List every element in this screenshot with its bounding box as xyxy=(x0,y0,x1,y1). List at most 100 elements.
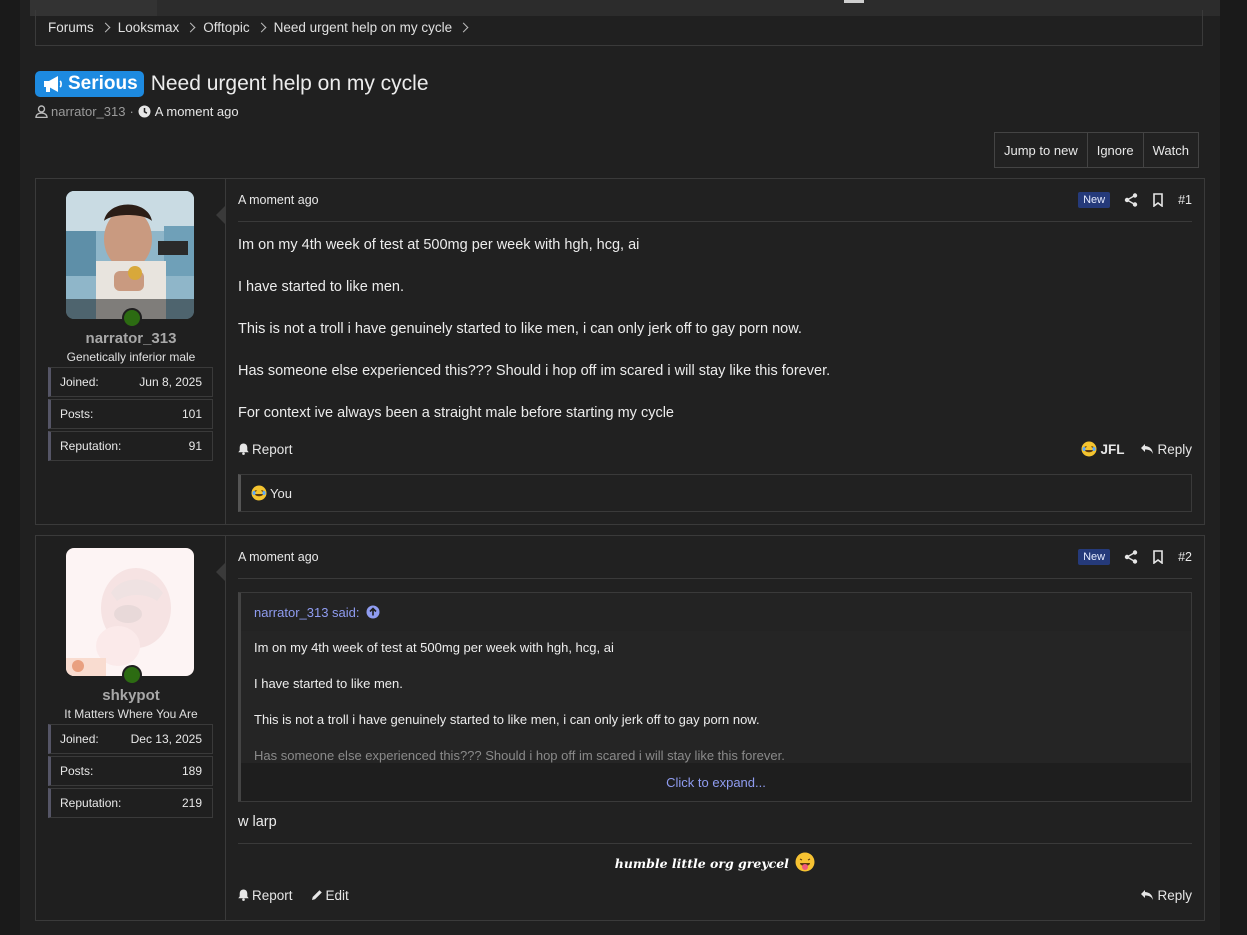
thread-action-buttons: Jump to new Ignore Watch xyxy=(994,132,1199,168)
chevron-right-icon xyxy=(256,22,267,33)
jump-to-new-button[interactable]: Jump to new xyxy=(995,133,1087,167)
prefix-label: Serious xyxy=(68,73,138,94)
stat-value: 91 xyxy=(188,439,202,453)
post-user-panel: narrator_313 Genetically inferior male J… xyxy=(36,179,226,524)
stat-joined: Joined: Dec 13, 2025 xyxy=(48,724,213,754)
bookmark-icon[interactable] xyxy=(1152,550,1164,564)
nav-indicator xyxy=(844,0,864,3)
bookmark-icon[interactable] xyxy=(1152,193,1164,207)
stat-value: 189 xyxy=(181,764,202,778)
thread-meta: narrator_313 · A moment ago xyxy=(35,104,239,119)
breadcrumb-offtopic[interactable]: Offtopic xyxy=(203,20,273,35)
signature-text: humble little org greycel xyxy=(614,856,789,871)
click-to-expand-link[interactable]: Click to expand... xyxy=(241,775,1191,790)
jfl-reaction-button[interactable]: JFL xyxy=(1081,441,1124,457)
stat-label: Joined: xyxy=(60,375,99,389)
laughing-emoji-icon xyxy=(251,485,267,501)
post-time[interactable]: A moment ago xyxy=(238,193,319,207)
report-label: Report xyxy=(252,887,293,903)
breadcrumb-label[interactable]: Looksmax xyxy=(118,20,180,35)
avatar-image xyxy=(66,191,194,319)
chevron-right-icon xyxy=(100,22,111,33)
report-label: Report xyxy=(252,441,293,457)
report-button[interactable]: Report xyxy=(238,442,293,457)
post-number[interactable]: #2 xyxy=(1178,550,1192,564)
laughing-emoji-icon xyxy=(1081,441,1097,457)
breadcrumb-thread[interactable]: Need urgent help on my cycle xyxy=(274,20,477,35)
username[interactable]: narrator_313 xyxy=(36,330,226,347)
stat-label: Reputation: xyxy=(60,796,122,810)
stat-label: Reputation: xyxy=(60,439,122,453)
stat-label: Posts: xyxy=(60,407,94,421)
edit-button[interactable]: Edit xyxy=(311,888,349,903)
arrow-up-circle-icon[interactable] xyxy=(366,605,380,619)
post-1: narrator_313 Genetically inferior male J… xyxy=(35,178,1205,525)
prefix-badge[interactable]: Serious xyxy=(35,71,144,97)
post-arrow xyxy=(216,205,226,225)
post-paragraph: Im on my 4th week of test at 500mg per w… xyxy=(238,237,640,253)
ignore-button[interactable]: Ignore xyxy=(1086,133,1143,167)
post-body: w larp xyxy=(238,813,1192,831)
stat-value: 219 xyxy=(181,796,202,810)
post-header: A moment ago New #2 xyxy=(238,536,1192,579)
avatar[interactable] xyxy=(66,548,194,676)
quote-line: This is not a troll i have genuinely sta… xyxy=(254,712,760,727)
signature-divider xyxy=(238,843,1192,844)
thread-title-row: Serious Need urgent help on my cycle xyxy=(35,71,429,97)
meta-separator: · xyxy=(129,104,134,119)
quote-author-link[interactable]: narrator_313 said: xyxy=(254,605,360,620)
breadcrumb-forums[interactable]: Forums xyxy=(48,20,118,35)
reactions-bar[interactable]: You xyxy=(238,474,1192,512)
post-time[interactable]: A moment ago xyxy=(238,550,319,564)
quote-header: narrator_313 said: xyxy=(241,593,1191,631)
post-paragraph: This is not a troll i have genuinely sta… xyxy=(238,321,802,337)
post-paragraph: w larp xyxy=(238,814,277,830)
stat-label: Joined: xyxy=(60,732,99,746)
post-paragraph: I have started to like men. xyxy=(238,279,405,295)
watch-button[interactable]: Watch xyxy=(1142,133,1198,167)
breadcrumb-label[interactable]: Need urgent help on my cycle xyxy=(274,20,453,35)
breadcrumb: Forums Looksmax Offtopic Need urgent hel… xyxy=(35,10,1203,46)
reply-button[interactable]: Reply xyxy=(1140,442,1192,457)
reply-icon xyxy=(1141,890,1154,900)
post-paragraph: Has someone else experienced this??? Sho… xyxy=(238,363,831,379)
share-icon[interactable] xyxy=(1124,550,1138,564)
reply-button[interactable]: Reply xyxy=(1140,888,1192,903)
stat-value: Jun 8, 2025 xyxy=(139,375,202,389)
post-paragraph: For context ive always been a straight m… xyxy=(238,405,674,421)
quote-body: Im on my 4th week of test at 500mg per w… xyxy=(241,631,1191,763)
clock-icon xyxy=(138,105,151,118)
reaction-users[interactable]: You xyxy=(270,486,292,501)
thread-time[interactable]: A moment ago xyxy=(155,104,239,119)
user-icon xyxy=(35,105,48,118)
thread-author-link[interactable]: narrator_313 xyxy=(51,104,125,119)
quote-line: Has someone else experienced this??? Sho… xyxy=(254,748,785,763)
avatar[interactable] xyxy=(66,191,194,319)
signature: humble little org greycel xyxy=(238,852,1192,872)
jfl-label: JFL xyxy=(1100,441,1125,457)
tongue-emoji-icon xyxy=(795,852,815,872)
breadcrumb-looksmax[interactable]: Looksmax xyxy=(118,20,204,35)
stat-joined: Joined: Jun 8, 2025 xyxy=(48,367,213,397)
post-number[interactable]: #1 xyxy=(1178,193,1192,207)
post-arrow xyxy=(216,562,226,582)
breadcrumb-label[interactable]: Offtopic xyxy=(203,20,249,35)
bell-icon xyxy=(238,443,249,455)
chevron-right-icon xyxy=(185,22,196,33)
bell-icon xyxy=(238,889,249,901)
stat-reputation: Reputation: 219 xyxy=(48,788,213,818)
stat-value: 101 xyxy=(181,407,202,421)
page-title: Need urgent help on my cycle xyxy=(150,72,429,95)
breadcrumb-label[interactable]: Forums xyxy=(48,20,94,35)
stat-posts: Posts: 101 xyxy=(48,399,213,429)
online-indicator xyxy=(122,665,142,685)
pencil-icon xyxy=(311,890,322,900)
reply-icon xyxy=(1141,444,1154,454)
username[interactable]: shkypot xyxy=(36,687,226,704)
post-user-panel: shkypot It Matters Where You Are Joined:… xyxy=(36,536,226,920)
share-icon[interactable] xyxy=(1124,193,1138,207)
stat-label: Posts: xyxy=(60,764,94,778)
reply-label: Reply xyxy=(1157,441,1192,457)
report-button[interactable]: Report xyxy=(238,888,293,903)
quote-block: narrator_313 said: Im on my 4th week of … xyxy=(238,592,1192,802)
